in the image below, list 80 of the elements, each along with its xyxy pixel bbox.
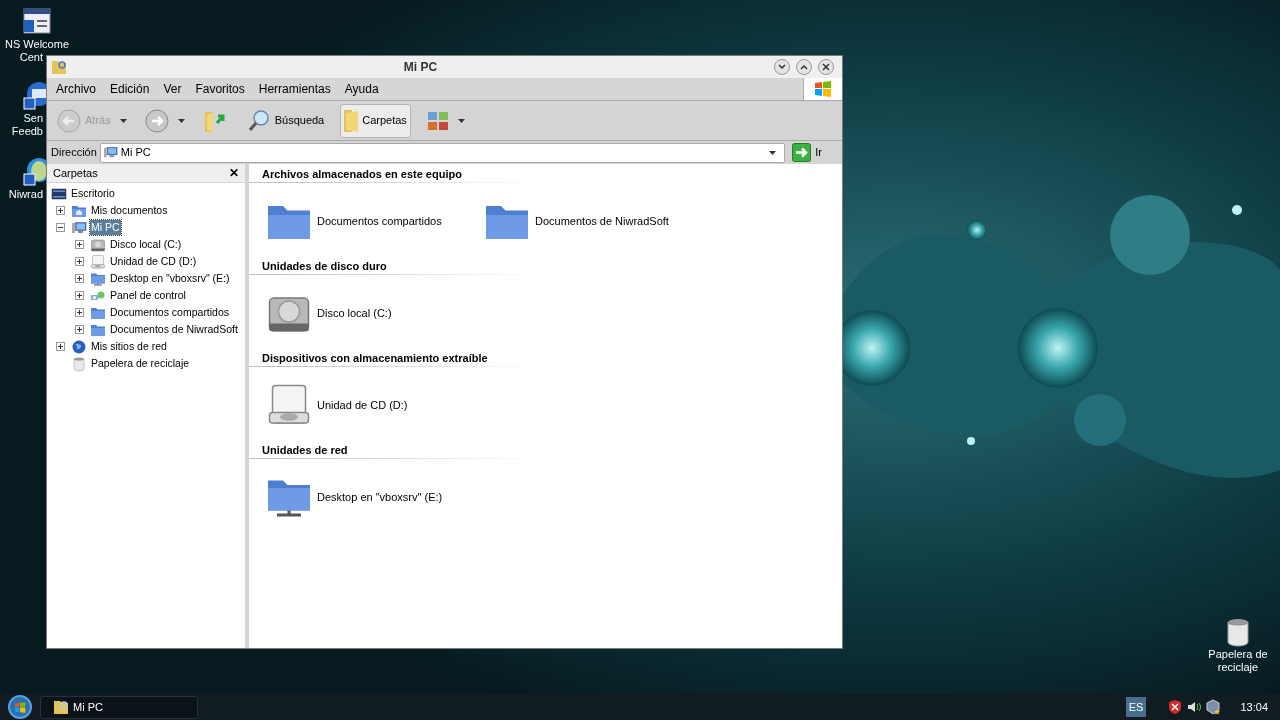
desktop-icon-label[interactable]: Cent <box>19 51 43 64</box>
address-label: Dirección <box>51 145 97 161</box>
desktop-icon-label[interactable]: Feedb <box>11 125 43 138</box>
drive-item[interactable]: Documentos compartidos <box>265 197 477 245</box>
search-icon <box>246 108 271 133</box>
menu-item[interactable]: Edición <box>110 80 150 98</box>
menu-item[interactable]: Herramientas <box>258 80 331 98</box>
group-heading: Dispositivos con almacenamiento extraíble <box>261 351 489 365</box>
tree-item[interactable]: Disco local (C:) <box>109 236 183 253</box>
expand-icon[interactable] <box>56 206 65 215</box>
caret-icon <box>458 118 466 123</box>
caret-icon <box>120 118 128 123</box>
drive-item[interactable]: Desktop en "vboxsrv" (E:) <box>265 473 477 521</box>
desktop-icon-label[interactable]: Niwrad <box>8 188 43 201</box>
tree-item[interactable]: Desktop en "vboxsrv" (E:) <box>109 270 231 287</box>
tree-item[interactable]: Mis sitios de red <box>90 338 168 355</box>
desktop-icon-label[interactable]: Sen <box>23 112 43 125</box>
tree-item[interactable]: Documentos de NiwradSoft <box>109 321 239 338</box>
expand-icon[interactable] <box>56 342 65 351</box>
shield-icon[interactable] <box>1168 699 1183 715</box>
group-heading: Archivos almacenados en este equipo <box>261 167 463 181</box>
taskbar-button[interactable]: Mi PC <box>40 695 198 719</box>
desktop-icon-label[interactable]: reciclaje <box>1217 661 1259 674</box>
tree-item[interactable]: Escritorio <box>70 185 116 202</box>
folder-search-icon <box>51 59 67 75</box>
expand-icon[interactable] <box>75 291 84 300</box>
flag-logo-icon <box>14 701 26 713</box>
drive-item[interactable]: Documentos de NiwradSoft <box>483 197 695 245</box>
maximize-icon <box>800 64 808 70</box>
flag-logo-icon <box>814 81 832 97</box>
go-button[interactable]: Ir <box>788 143 838 162</box>
group-heading: Unidades de red <box>261 443 349 457</box>
tree-item[interactable]: Unidad de CD (D:) <box>109 253 198 270</box>
speaker-icon[interactable] <box>1186 699 1203 715</box>
cd-drive-icon <box>90 253 106 270</box>
expand-icon[interactable] <box>75 240 84 249</box>
start-button[interactable] <box>8 695 32 719</box>
views-icon <box>426 110 449 131</box>
recycle-bin-icon <box>71 355 87 372</box>
computer-icon <box>102 145 118 160</box>
maximize-button[interactable] <box>796 59 812 75</box>
box-icon[interactable] <box>1206 699 1222 715</box>
group-heading: Unidades de disco duro <box>261 259 388 273</box>
globe-icon <box>71 338 87 355</box>
caret-icon <box>769 150 777 155</box>
folder-search-icon <box>53 699 69 715</box>
close-button[interactable] <box>818 59 834 75</box>
menu-item[interactable]: Favoritos <box>195 80 245 98</box>
expand-icon[interactable] <box>75 257 84 266</box>
address-field[interactable]: Mi PC <box>99 142 786 163</box>
close-icon <box>822 63 830 71</box>
collapse-icon[interactable] <box>56 223 65 232</box>
language-indicator[interactable]: ES <box>1125 696 1147 718</box>
minimize-icon <box>778 64 786 70</box>
close-button[interactable]: ✕ <box>229 167 239 179</box>
expand-icon[interactable] <box>75 308 84 317</box>
caret-icon <box>178 118 186 123</box>
tree-item[interactable]: Papelera de reciclaje <box>90 355 191 372</box>
expand-icon[interactable] <box>75 274 84 283</box>
drive-item[interactable]: Unidad de CD (D:) <box>265 381 477 429</box>
folders-button[interactable]: Carpetas <box>340 103 411 138</box>
window-title: Mi PC <box>402 59 439 76</box>
menu-item[interactable]: Archivo <box>56 80 96 98</box>
minimize-button[interactable] <box>774 59 790 75</box>
desktop-icon-label[interactable]: Papelera de <box>1208 648 1268 661</box>
folder-icon <box>344 109 359 132</box>
tree-item[interactable]: Panel de control <box>109 287 187 304</box>
menu-item[interactable]: Ver <box>163 80 182 98</box>
desktop-icon-label[interactable]: NS Welcome <box>5 38 69 51</box>
computer-icon <box>71 219 87 236</box>
search-button[interactable]: Búsqueda <box>242 103 329 138</box>
drive-item[interactable]: Disco local (C:) <box>265 289 477 337</box>
desktop-icon <box>51 185 67 202</box>
tree-item[interactable]: Documentos compartidos <box>109 304 231 321</box>
pane-title: Carpetas <box>53 165 99 181</box>
menu-item[interactable]: Ayuda <box>344 80 379 98</box>
clock: 13:04 <box>1240 699 1268 715</box>
tree-item[interactable]: Mi PC <box>90 219 121 236</box>
expand-icon[interactable] <box>75 325 84 334</box>
tree-item[interactable]: Mis documentos <box>90 202 169 219</box>
